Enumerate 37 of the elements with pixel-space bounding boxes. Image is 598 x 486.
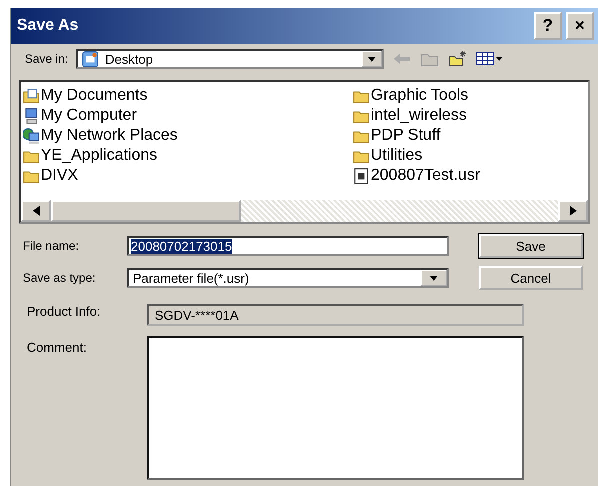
comment-field[interactable] (147, 336, 524, 480)
file-icon (353, 168, 370, 184)
scroll-left-icon[interactable] (32, 206, 40, 216)
save-in-dropdown[interactable]: Desktop (76, 49, 384, 69)
caret-icon (368, 56, 376, 62)
help-button[interactable]: ? (534, 12, 562, 40)
file-item[interactable]: Graphic Tools (371, 87, 469, 105)
file-name-field[interactable]: 20080702173015 (127, 236, 449, 256)
close-button[interactable]: × (566, 12, 594, 40)
file-item[interactable]: 200807Test.usr (371, 167, 480, 185)
cancel-button[interactable]: Cancel (479, 266, 583, 290)
view-menu-icon[interactable] (476, 50, 504, 68)
file-name-label: File name: (23, 239, 80, 253)
comment-label: Comment: (27, 339, 88, 355)
save-button[interactable]: Save (479, 234, 583, 258)
computer-icon (23, 108, 40, 124)
scroll-right-icon[interactable] (570, 206, 576, 216)
window-title: Save As (17, 17, 80, 35)
file-item[interactable]: My Network Places (41, 127, 178, 145)
file-item[interactable]: DIVX (41, 167, 78, 185)
save-as-type-dropdown[interactable]: Parameter file(*.usr) (127, 268, 449, 288)
save-as-type-label: Save as type: (23, 271, 97, 285)
file-item[interactable]: intel_wireless (371, 107, 468, 125)
product-info-field: SGDV-****01A (147, 304, 524, 326)
file-item[interactable]: Utilities (371, 147, 423, 165)
new-folder-icon[interactable] (448, 50, 468, 68)
network-icon (23, 128, 40, 144)
desktop-icon (82, 50, 100, 68)
file-item[interactable]: YE_Applications (41, 147, 158, 165)
save-in-label: Save in: (25, 52, 68, 66)
file-item[interactable]: My Documents (41, 87, 148, 105)
file-item[interactable]: PDP Stuff (371, 127, 441, 145)
documents-folder-icon (23, 88, 40, 104)
horizontal-scrollbar[interactable] (21, 200, 588, 222)
file-item[interactable]: My Computer (41, 107, 138, 125)
caret-icon (430, 276, 438, 280)
product-info-label: Product Info: (27, 304, 102, 321)
